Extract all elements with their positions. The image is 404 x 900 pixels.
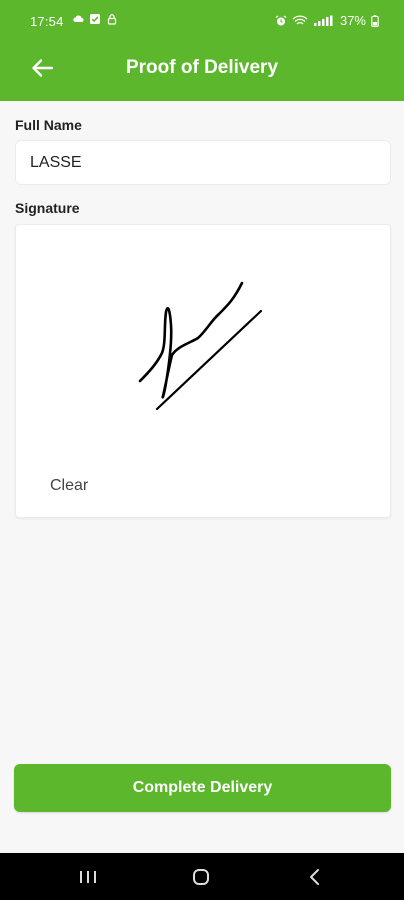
recents-icon — [80, 871, 96, 883]
full-name-input[interactable] — [15, 140, 391, 185]
signature-stroke — [138, 281, 244, 399]
cloud-icon — [73, 15, 84, 22]
status-bar: 17:54 37% — [0, 0, 404, 36]
status-left-icons — [72, 13, 118, 25]
system-nav-bar — [0, 853, 404, 900]
wifi-icon — [292, 14, 308, 25]
signature-card: Clear — [15, 224, 391, 518]
signal-icon — [313, 15, 333, 26]
back-nav-icon — [310, 869, 319, 885]
app-header: 17:54 37% Proof of Delivery — [0, 0, 404, 101]
battery-icon — [371, 14, 379, 27]
home-icon — [193, 869, 209, 885]
home-button[interactable] — [179, 861, 223, 893]
check-square-icon — [90, 14, 100, 24]
page-title: Proof of Delivery — [125, 57, 279, 78]
alarm-icon — [275, 14, 287, 25]
back-nav-button[interactable] — [292, 861, 336, 893]
status-time: 17:54 — [30, 14, 64, 29]
status-right: 37% — [275, 13, 379, 28]
recents-button[interactable] — [66, 861, 110, 893]
battery-percent: 37% — [339, 13, 366, 28]
clear-button[interactable]: Clear — [38, 475, 100, 497]
title-bar: Proof of Delivery — [0, 46, 404, 90]
signature-label: Signature — [15, 200, 80, 216]
complete-delivery-button[interactable]: Complete Delivery — [14, 764, 391, 812]
lock-icon — [107, 14, 117, 25]
full-name-label: Full Name — [15, 117, 82, 133]
signature-pad[interactable] — [16, 225, 390, 455]
